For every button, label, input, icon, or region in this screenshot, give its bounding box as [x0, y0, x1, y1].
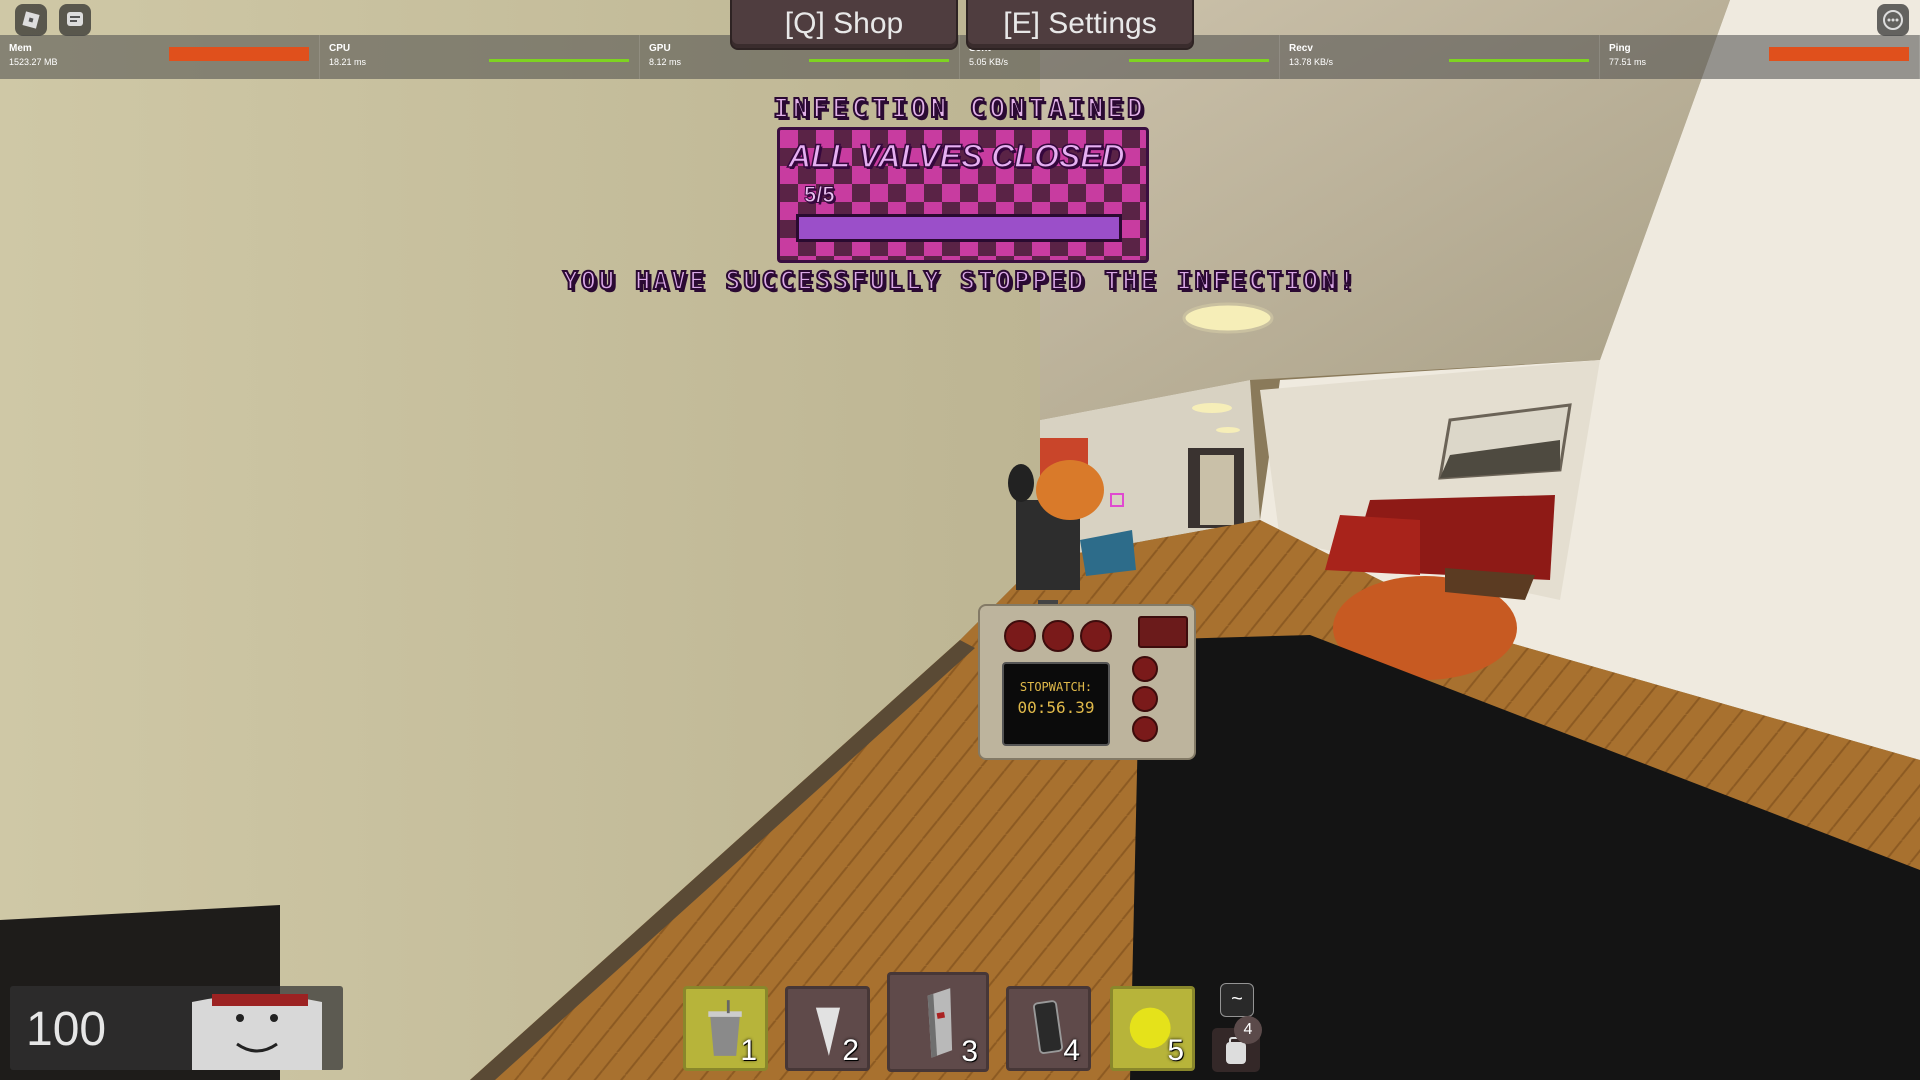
stat-value: 18.21 ms: [329, 57, 367, 67]
backpack-count-badge: 4: [1234, 1016, 1262, 1044]
health-bar: 100: [10, 986, 343, 1070]
stat-graph: [1129, 59, 1269, 62]
stat-value: 13.78 KB/s: [1289, 57, 1334, 67]
banner-subtitle: YOU HAVE SUCCESSFULLY STOPPED THE INFECT…: [562, 265, 1358, 296]
more-options-button[interactable]: [1877, 4, 1909, 36]
stat-recv: Recv 13.78 KB/s: [1280, 35, 1600, 79]
stopwatch-label: STOPWATCH:: [1019, 680, 1093, 694]
hotbar-slot-4[interactable]: 4: [1006, 986, 1091, 1071]
chat-icon: [67, 12, 83, 26]
stopwatch-side-button: [1132, 716, 1158, 742]
stat-label: Recv: [1289, 43, 1313, 54]
stopwatch-button: [1080, 620, 1112, 652]
performance-stats-bar: Mem1523.27 MBCPU18.21 msGPU8.12 msSent5.…: [0, 35, 1920, 79]
stat-value: 77.51 ms: [1609, 57, 1647, 67]
objective-count: 5/5: [804, 182, 836, 208]
stat-label: Ping: [1609, 43, 1631, 54]
objective-panel: ALL VALVES CLOSED 5/5: [777, 127, 1149, 263]
hotbar-slot-2[interactable]: 2: [785, 986, 870, 1071]
stopwatch-button: [1042, 620, 1074, 652]
hotbar-slot-number: 5: [1167, 1034, 1184, 1067]
stat-graph: [1449, 59, 1589, 62]
stat-mem: Mem 1523.27 MB: [0, 35, 320, 79]
stopwatch-side-button: [1132, 656, 1158, 682]
more-options-icon: [1883, 10, 1903, 30]
stopwatch-rect-button: [1138, 616, 1188, 648]
hotbar-slot-3[interactable]: 3: [887, 972, 989, 1072]
health-value: 100: [26, 1003, 107, 1056]
avatar-face-icon: [192, 994, 322, 1070]
hotbar-slot-number: 1: [740, 1034, 757, 1067]
stat-graph: [489, 59, 629, 62]
hotbar-slot-5[interactable]: 5: [1110, 986, 1195, 1071]
hotbar-slot-number: 4: [1063, 1034, 1080, 1067]
objective-title: ALL VALVES CLOSED: [787, 137, 1125, 175]
objective-progress-bar: [796, 214, 1122, 242]
stat-value: 8.12 ms: [649, 57, 682, 67]
settings-button[interactable]: [E] Settings: [966, 0, 1194, 50]
stat-label: Mem: [9, 43, 32, 54]
objective-progress-fill: [799, 217, 1119, 239]
shop-button[interactable]: [Q] Shop: [730, 0, 958, 50]
stat-cpu: CPU 18.21 ms: [320, 35, 640, 79]
stat-value: 1523.27 MB: [9, 57, 58, 67]
stat-label: GPU: [649, 43, 671, 54]
stat-value: 5.05 KB/s: [969, 57, 1009, 67]
stat-graph: [169, 47, 309, 61]
stat-graph: [809, 59, 949, 62]
stat-graph: [1769, 47, 1909, 61]
stopwatch-time: 00:56.39: [1017, 698, 1095, 717]
stopwatch-button: [1004, 620, 1036, 652]
stopwatch-screen: STOPWATCH: 00:56.39: [1002, 662, 1110, 746]
stat-label: CPU: [329, 43, 351, 54]
stopwatch-side-button: [1132, 686, 1158, 712]
hotbar-slot-number: 3: [961, 1035, 978, 1068]
hotbar-slot-1[interactable]: 1: [683, 986, 768, 1071]
held-stopwatch: STOPWATCH: 00:56.39: [978, 604, 1196, 760]
roblox-logo-icon: [22, 11, 40, 29]
roblox-menu-button[interactable]: [15, 4, 47, 36]
stat-ping: Ping 77.51 ms: [1600, 35, 1920, 79]
hotbar-slot-number: 2: [842, 1034, 859, 1067]
chat-button[interactable]: [59, 4, 91, 36]
backpack-hotkey[interactable]: ~: [1220, 983, 1254, 1017]
banner-title: INFECTION CONTAINED: [772, 93, 1147, 125]
